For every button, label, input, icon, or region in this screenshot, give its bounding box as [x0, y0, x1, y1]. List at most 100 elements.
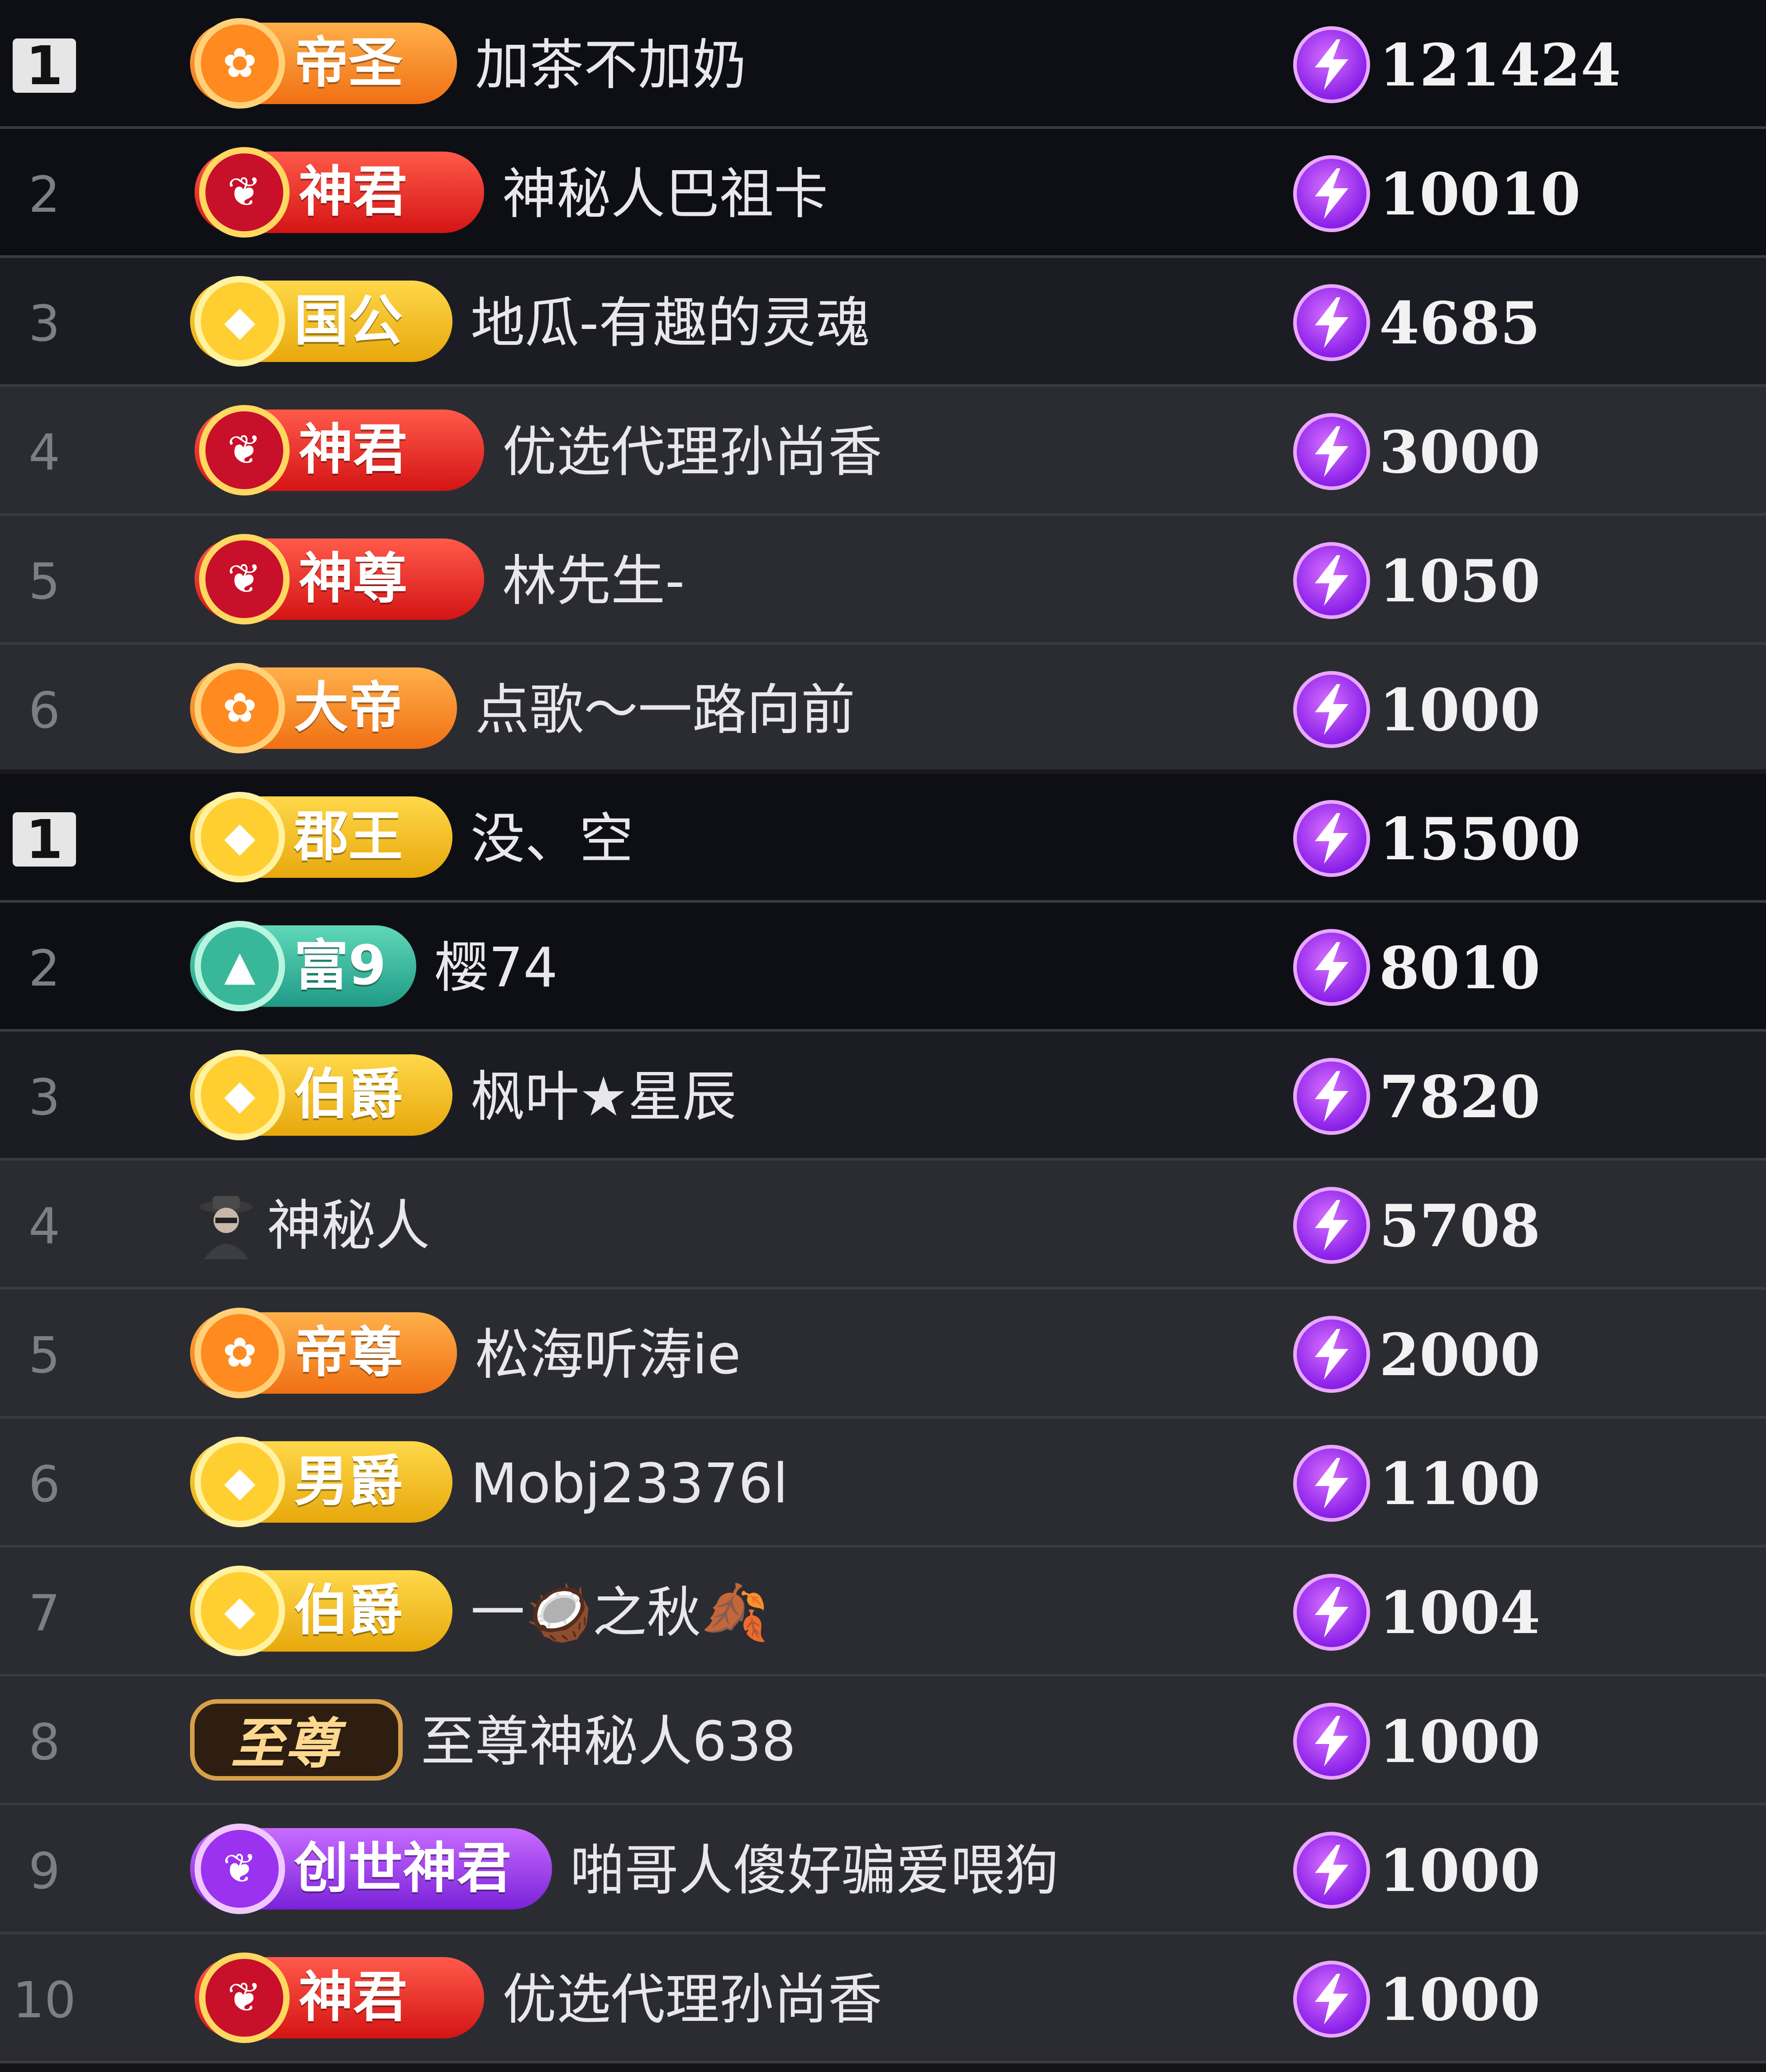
rank-number: 2 — [29, 939, 60, 997]
user-name[interactable]: 林先生- — [502, 548, 685, 615]
mystery-person-icon — [195, 1192, 258, 1260]
ranking-board-1: 1 ✿ 帝圣 加茶不加奶 121424 2 ❦ 神君 神秘人巴祖卡 10010 3 ◆ 国公 地瓜-有趣的… — [0, 0, 1766, 774]
lightning-bolt-icon — [1293, 1058, 1370, 1135]
lightning-bolt-icon — [1293, 155, 1370, 232]
user-name[interactable]: 没、空 — [471, 805, 633, 873]
noble-rank-label: 国公 — [294, 290, 403, 352]
noble-rank-label: 神君 — [299, 1966, 407, 2029]
lightning-bolt-icon — [1293, 929, 1370, 1006]
rank-number: 1 — [13, 812, 76, 867]
ranking-row[interactable]: 4 神秘人 5708 — [0, 1161, 1766, 1290]
ranking-row[interactable]: 7 ◆ 伯爵 一🥥之秋🍂 1004 — [0, 1548, 1766, 1677]
ranking-row[interactable]: 5 ✿ 帝尊 松海听涛ie 2000 — [0, 1290, 1766, 1419]
noble-rank-label: 伯爵 — [294, 1579, 403, 1642]
contribution-score: 4685 — [1379, 290, 1541, 357]
ranking-row[interactable]: 3 ◆ 国公 地瓜-有趣的灵魂 4685 — [0, 258, 1766, 387]
noble-rank-label: 帝尊 — [294, 1321, 403, 1384]
ranking-page: { "boards": [ { "rows": [ {"rank": "1", … — [0, 0, 1766, 2072]
contribution-score: 1004 — [1379, 1579, 1541, 1647]
noble-rank-emblem-icon: ◆ — [195, 1437, 285, 1527]
noble-rank-badge: ✿ 帝尊 — [190, 1308, 457, 1398]
user-name[interactable]: 啪哥人傻好骗爱喂狗 — [570, 1837, 1059, 1905]
contribution-score: 7820 — [1379, 1063, 1541, 1131]
user-name[interactable]: 一🥥之秋🍂 — [471, 1579, 769, 1647]
noble-rank-label: 大帝 — [294, 676, 403, 739]
noble-rank-emblem-icon: ✿ — [195, 663, 285, 753]
noble-rank-badge: ◆ 伯爵 — [190, 1050, 452, 1140]
noble-rank-badge: 至尊 — [190, 1699, 403, 1781]
ranking-row[interactable]: 9 ❦ 创世神君 啪哥人傻好骗爱喂狗 1000 — [0, 1805, 1766, 1934]
noble-rank-badge: ❦ 神君 — [195, 147, 484, 238]
noble-rank-badge: ✿ 大帝 — [190, 663, 457, 753]
user-name[interactable]: 优选代理孙尚香 — [502, 1966, 882, 2034]
noble-rank-label: 神尊 — [299, 548, 407, 610]
noble-rank-badge: ❦ 神君 — [195, 405, 484, 495]
noble-rank-emblem-icon: ◆ — [195, 276, 285, 367]
user-name[interactable]: 地瓜-有趣的灵魂 — [471, 290, 870, 357]
rank-number: 10 — [13, 1971, 76, 2029]
user-name[interactable]: 至尊神秘人638 — [421, 1708, 796, 1776]
contribution-score: 1000 — [1379, 1708, 1541, 1776]
contribution-score: 5708 — [1379, 1192, 1541, 1260]
lightning-bolt-icon — [1293, 671, 1370, 748]
user-name[interactable]: 枫叶★星辰 — [471, 1063, 737, 1131]
rank-number: 5 — [29, 553, 60, 610]
noble-rank-emblem-icon: ❦ — [199, 534, 290, 624]
lightning-bolt-icon — [1293, 542, 1370, 619]
user-name[interactable]: 加茶不加奶 — [475, 32, 747, 100]
ranking-row[interactable]: 8 至尊 至尊神秘人638 1000 — [0, 1677, 1766, 1805]
noble-rank-emblem-icon: ✿ — [195, 1308, 285, 1398]
noble-rank-badge: ❦ 创世神君 — [190, 1824, 552, 1914]
noble-rank-emblem-icon: ❦ — [199, 405, 290, 495]
noble-rank-emblem-icon: ✿ — [195, 18, 285, 109]
noble-rank-label: 创世神君 — [294, 1837, 511, 1900]
noble-rank-badge: ◆ 伯爵 — [190, 1566, 452, 1656]
ranking-row[interactable]: 10 ❦ 神君 优选代理孙尚香 1000 — [0, 1934, 1766, 2063]
contribution-score: 8010 — [1379, 934, 1541, 1002]
lightning-bolt-icon — [1293, 800, 1370, 877]
rank-number: 5 — [29, 1326, 60, 1384]
ranking-row[interactable]: 1 ✿ 帝圣 加茶不加奶 121424 — [0, 0, 1766, 129]
noble-rank-badge: ✿ 帝圣 — [190, 18, 457, 109]
noble-rank-label: 郡王 — [294, 805, 403, 868]
ranking-row[interactable]: 6 ✿ 大帝 点歌～一路向前 1000 — [0, 645, 1766, 774]
rank-number: 2 — [29, 166, 60, 224]
user-name[interactable]: 松海听涛ie — [475, 1321, 741, 1389]
user-name[interactable]: 点歌～一路向前 — [475, 676, 855, 744]
ranking-row[interactable]: 2 ▲ 富9 樱74 8010 — [0, 903, 1766, 1032]
contribution-score: 1100 — [1379, 1450, 1541, 1518]
user-name[interactable]: 神秘人 — [267, 1192, 430, 1260]
user-name[interactable]: 神秘人巴祖卡 — [502, 161, 828, 229]
ranking-row[interactable]: 6 ◆ 男爵 Mobj23376l 1100 — [0, 1419, 1766, 1548]
rank-number: 3 — [29, 1068, 60, 1126]
rank-number: 6 — [29, 1455, 60, 1513]
noble-rank-emblem-icon: ◆ — [195, 1566, 285, 1656]
ranking-row[interactable]: 4 ❦ 神君 优选代理孙尚香 3000 — [0, 387, 1766, 516]
ranking-row[interactable]: 5 ❦ 神尊 林先生- 1050 — [0, 516, 1766, 645]
noble-rank-label: 伯爵 — [294, 1063, 403, 1126]
lightning-bolt-icon — [1293, 284, 1370, 361]
lightning-bolt-icon — [1293, 1316, 1370, 1393]
rank-number: 4 — [29, 424, 60, 481]
user-name[interactable]: Mobj23376l — [471, 1450, 788, 1518]
noble-rank-emblem-icon: ▲ — [195, 921, 285, 1011]
rank-number: 3 — [29, 295, 60, 352]
lightning-bolt-icon — [1293, 413, 1370, 490]
lightning-bolt-icon — [1293, 1703, 1370, 1780]
rank-number: 6 — [29, 681, 60, 739]
noble-rank-badge: ◆ 国公 — [190, 276, 452, 367]
contribution-score: 1000 — [1379, 1837, 1541, 1905]
ranking-board-2: 1 ◆ 郡王 没、空 15500 2 ▲ 富9 樱74 8010 3 ◆ 伯爵 枫叶★星辰 7820 4 神秘人… — [0, 774, 1766, 2072]
user-name[interactable]: 樱74 — [434, 934, 558, 1002]
lightning-bolt-icon — [1293, 1187, 1370, 1264]
user-name[interactable]: 优选代理孙尚香 — [502, 419, 882, 486]
noble-rank-label: 神君 — [299, 161, 407, 224]
rank-number: 7 — [29, 1584, 60, 1642]
ranking-row[interactable]: 1 ◆ 郡王 没、空 15500 — [0, 774, 1766, 903]
ranking-row[interactable]: 2 ❦ 神君 神秘人巴祖卡 10010 — [0, 129, 1766, 258]
rank-number: 8 — [29, 1713, 60, 1771]
noble-rank-label: 男爵 — [294, 1450, 403, 1513]
noble-rank-emblem-icon: ◆ — [195, 1050, 285, 1140]
lightning-bolt-icon — [1293, 1574, 1370, 1651]
ranking-row[interactable]: 3 ◆ 伯爵 枫叶★星辰 7820 — [0, 1032, 1766, 1161]
